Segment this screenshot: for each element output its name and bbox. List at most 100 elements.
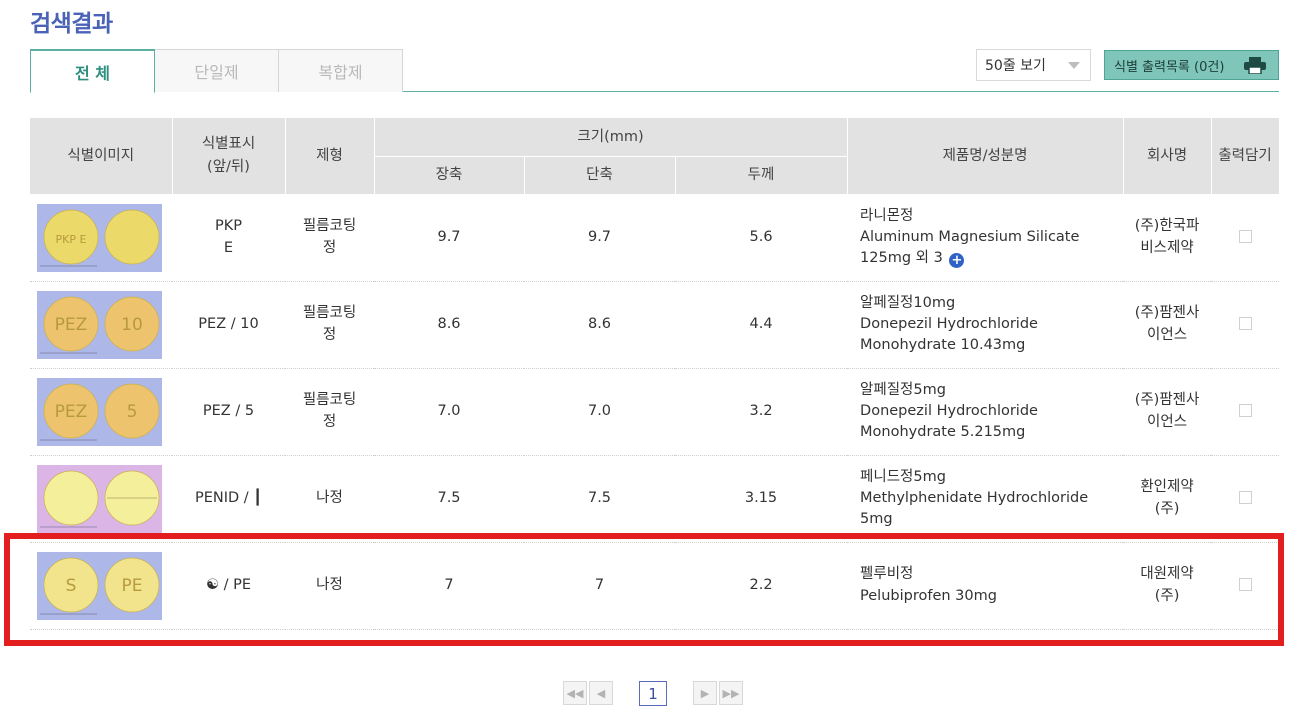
add-to-print-checkbox[interactable] xyxy=(1238,491,1252,505)
tab-single[interactable]: 단일제 xyxy=(154,49,279,92)
company-cell: (주)팜젠사 이언스 xyxy=(1123,281,1212,369)
rows-per-page-select[interactable]: 50줄 보기 xyxy=(976,49,1091,81)
print-list-button[interactable]: 식별 출력목록 (0건) xyxy=(1104,50,1279,80)
form-cell: 필름코팅 정 xyxy=(285,194,374,282)
print-list-label: 식별 출력목록 (0건) xyxy=(1114,59,1225,75)
thickness-cell: 3.2 xyxy=(675,368,848,456)
pill-image-cell: PEZ 5 xyxy=(30,368,172,456)
pill-image[interactable] xyxy=(37,464,162,533)
long-axis-cell: 8.6 xyxy=(374,281,524,369)
pill-image[interactable]: S PE xyxy=(37,551,162,620)
pill-imprint-text: PE xyxy=(122,576,143,596)
header-marking: 식별표시 (앞/뒤) xyxy=(172,118,286,195)
pill-imprint-text: 10 xyxy=(121,315,143,335)
thickness-cell: 3.15 xyxy=(675,455,848,543)
pill-image-cell: PEZ 10 xyxy=(30,281,172,369)
pill-image[interactable]: PKP E xyxy=(37,203,162,272)
printer-icon xyxy=(1244,57,1266,74)
product-name-link[interactable]: 알페질정10mg xyxy=(860,295,955,311)
marking-cell: PENID / ┃ xyxy=(172,455,285,543)
long-axis-cell: 7.0 xyxy=(374,368,524,456)
ingredient-text: Donepezil Hydrochloride xyxy=(860,315,1038,332)
short-axis-cell: 7.5 xyxy=(524,455,675,543)
header-cart: 출력담기 xyxy=(1211,118,1280,195)
ingredient-text: Aluminum Magnesium Silicate xyxy=(860,228,1080,245)
company-cell: (주)팜젠사 이언스 xyxy=(1123,368,1212,456)
dose-text: 125mg 외 3 xyxy=(860,250,943,266)
ingredient-text: Pelubiprofen 30mg xyxy=(860,587,997,604)
add-to-print-checkbox[interactable] xyxy=(1238,230,1252,244)
add-to-print-checkbox[interactable] xyxy=(1238,404,1252,418)
long-axis-cell: 9.7 xyxy=(374,194,524,282)
pill-imprint-text: S xyxy=(66,576,77,596)
next-page-button[interactable]: ▶ xyxy=(693,681,717,705)
table-row[interactable]: PENID / ┃ 나정 7.5 7.5 3.15 페니드정5mg Methyl… xyxy=(30,455,1280,543)
cart-cell xyxy=(1211,194,1280,282)
product-cell: 알페질정5mg Donepezil Hydrochloride Monohydra… xyxy=(847,368,1124,456)
tab-all[interactable]: 전 체 xyxy=(30,49,155,93)
product-cell: 페니드정5mg Methylphenidate Hydrochloride 5mg xyxy=(847,455,1124,543)
first-page-button[interactable]: ◀◀ xyxy=(563,681,587,705)
filter-tabs: 전 체 단일제 복합제 xyxy=(30,49,1279,93)
product-name-link[interactable]: 펠루비정 xyxy=(860,566,913,582)
product-name-link[interactable]: 알페질정5mg xyxy=(860,382,946,398)
thickness-cell: 2.2 xyxy=(675,542,848,630)
product-cell: 펠루비정 Pelubiprofen 30mg xyxy=(847,542,1124,630)
last-page-button[interactable]: ▶▶ xyxy=(719,681,743,705)
add-to-print-checkbox[interactable] xyxy=(1238,317,1252,331)
table-row[interactable]: PKP E PKP E 필름코팅 정 9.7 9.7 5.6 라니몬정 Alumin… xyxy=(30,194,1280,282)
page-title: 검색결과 xyxy=(30,11,113,37)
table-row[interactable]: PEZ 5 PEZ / 5 필름코팅 정 7.0 7.0 3.2 알페질정5mg D… xyxy=(30,368,1280,456)
product-name-link[interactable]: 라니몬정 xyxy=(860,208,913,224)
rows-per-page-value: 50줄 보기 xyxy=(985,58,1046,74)
pill-image[interactable]: PEZ 10 xyxy=(37,290,162,359)
product-cell: 라니몬정 Aluminum Magnesium Silicate 125mg 외 … xyxy=(847,194,1124,282)
thickness-cell: 5.6 xyxy=(675,194,848,282)
prev-page-button[interactable]: ◀ xyxy=(589,681,613,705)
short-axis-cell: 8.6 xyxy=(524,281,675,369)
cart-cell xyxy=(1211,368,1280,456)
thickness-cell: 4.4 xyxy=(675,281,848,369)
company-cell: 대원제약 (주) xyxy=(1123,542,1212,630)
marking-cell: PEZ / 10 xyxy=(172,281,285,369)
ingredient-text: Donepezil Hydrochloride xyxy=(860,402,1038,419)
add-to-print-checkbox[interactable] xyxy=(1238,578,1252,592)
results-table: 식별이미지 식별표시 (앞/뒤) 제형 크기(mm) 제품명/성분명 회사명 출력… xyxy=(30,118,1280,630)
pill-image[interactable]: PEZ 5 xyxy=(37,377,162,446)
table-row[interactable]: PEZ 10 PEZ / 10 필름코팅 정 8.6 8.6 4.4 알페질정10m… xyxy=(30,281,1280,369)
header-long: 장축 xyxy=(374,156,525,195)
marking-cell: ☯ / PE xyxy=(172,542,285,630)
header-company: 회사명 xyxy=(1123,118,1212,195)
pill-image-cell: PKP E xyxy=(30,194,172,282)
dose-text: 5mg xyxy=(860,511,893,527)
header-form: 제형 xyxy=(285,118,375,195)
more-ingredients-icon[interactable]: + xyxy=(949,253,965,268)
long-axis-cell: 7.5 xyxy=(374,455,524,543)
form-cell: 나정 xyxy=(285,455,374,543)
dose-text: Monohydrate 5.215mg xyxy=(860,424,1026,440)
header-size: 크기(mm) xyxy=(374,118,848,157)
header-thickness: 두께 xyxy=(675,156,848,195)
company-cell: (주)한국파 비스제약 xyxy=(1123,194,1212,282)
tab-combination[interactable]: 복합제 xyxy=(278,49,403,92)
company-cell: 환인제약 (주) xyxy=(1123,455,1212,543)
table-row[interactable]: S PE ☯ / PE 나정 7 7 2.2 펠루비정 Pelubiprofen … xyxy=(30,542,1280,630)
form-cell: 필름코팅 정 xyxy=(285,281,374,369)
pill-imprint-text: PKP E xyxy=(56,233,87,246)
dose-text: Monohydrate 10.43mg xyxy=(860,337,1026,353)
short-axis-cell: 7 xyxy=(524,542,675,630)
product-name-link[interactable]: 페니드정5mg xyxy=(860,469,946,485)
pill-imprint-text: 5 xyxy=(127,402,138,422)
cart-cell xyxy=(1211,281,1280,369)
pill-image-cell xyxy=(30,455,172,543)
page-number-current[interactable]: 1 xyxy=(639,681,667,706)
ingredient-text: Methylphenidate Hydrochloride xyxy=(860,489,1089,506)
cart-cell xyxy=(1211,455,1280,543)
short-axis-cell: 7.0 xyxy=(524,368,675,456)
pill-image-cell: S PE xyxy=(30,542,172,630)
form-cell: 필름코팅 정 xyxy=(285,368,374,456)
long-axis-cell: 7 xyxy=(374,542,524,630)
marking-cell: PEZ / 5 xyxy=(172,368,285,456)
header-product: 제품명/성분명 xyxy=(847,118,1124,195)
marking-cell: PKP E xyxy=(172,194,285,282)
